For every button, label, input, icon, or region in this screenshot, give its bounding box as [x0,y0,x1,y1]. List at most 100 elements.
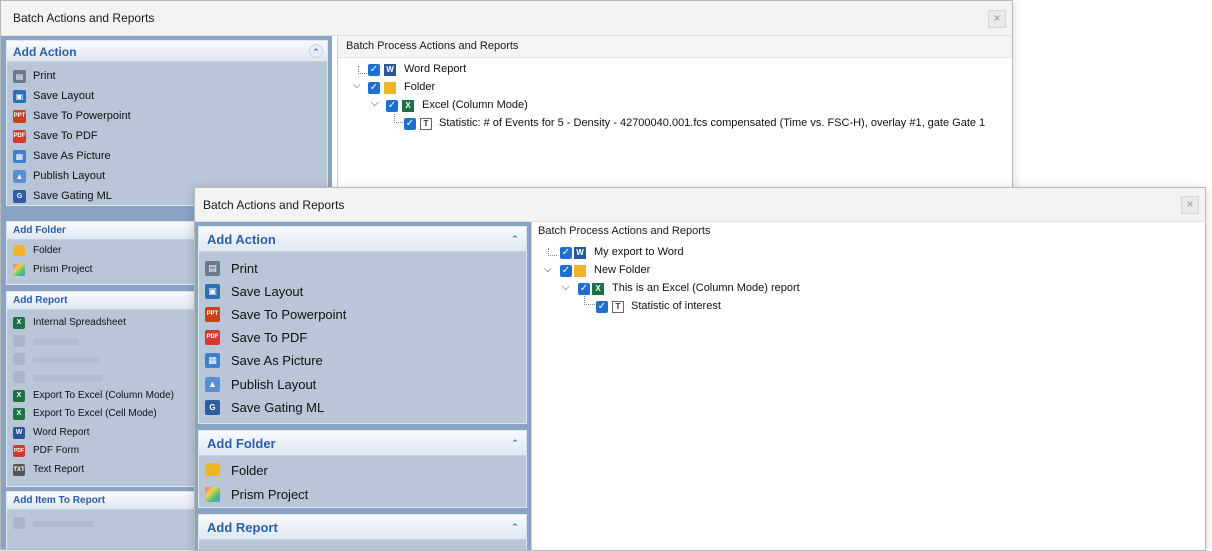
section-header-label: Add Action [13,45,77,59]
collapse-chevron-icon[interactable]: ⌃ [509,232,521,244]
folder-item[interactable]: Folder [205,461,520,481]
disabled-report-icon [13,353,25,365]
checkbox-checked-icon[interactable]: ✓ [404,118,416,130]
action-save-layout[interactable]: ▣ Save Layout [205,282,520,302]
back-close-button[interactable]: × [988,10,1006,28]
action-save-pdf[interactable]: PDF Save To PDF [205,328,520,348]
tree-node-label: My export to Word [594,246,684,258]
section-header-label: Add Folder [13,225,66,236]
back-window-title: Batch Actions and Reports [13,11,155,25]
text-item-icon: T [612,301,624,313]
text-item-icon: T [420,118,432,130]
front-right-pane: Batch Process Actions and Reports ✓ W My… [531,222,1205,550]
publish-icon: ▲ [13,170,26,183]
front-close-button[interactable]: × [1181,196,1199,214]
action-save-picture[interactable]: ▦ Save As Picture [13,148,321,166]
tree-node-label: Statistic: # of Events for 5 - Density -… [439,117,986,129]
back-add-action-header[interactable]: Add Action ⌃ [7,41,327,62]
section-header-label: Add Report [13,295,68,306]
front-add-report-section: Add Report ⌃ [198,514,527,550]
front-add-report-header[interactable]: Add Report ⌃ [199,515,526,540]
checkbox-checked-icon[interactable]: ✓ [596,301,608,313]
section-header-label: Add Report [207,520,278,535]
expand-chevron-icon[interactable]: ⌵ [544,264,552,275]
checkbox-checked-icon[interactable]: ✓ [578,283,590,295]
prism-icon [205,487,220,502]
disabled-report-icon [13,371,25,383]
folder-icon [13,245,25,256]
tree-node-label: New Folder [594,264,651,276]
action-save-gating-ml[interactable]: G Save Gating ML [205,398,520,418]
text-item-icon [13,517,25,529]
right-pane-title: Batch Process Actions and Reports [346,40,519,52]
save-icon: ▣ [13,90,26,103]
action-save-picture[interactable]: ▦ Save As Picture [205,351,520,371]
right-pane-title: Batch Process Actions and Reports [538,225,711,237]
checkbox-checked-icon[interactable]: ✓ [560,247,572,259]
expand-chevron-icon[interactable]: ⌵ [371,98,379,109]
front-add-folder-section: Add Folder ⌃ Folder Prism Project [198,430,527,508]
front-window: Batch Actions and Reports × Add Action ⌃… [194,187,1206,551]
tree-line [358,66,367,74]
save-icon: ▣ [205,284,220,299]
tree-node-label: Statistic of interest [631,300,721,312]
powerpoint-icon: PPT [205,307,220,322]
action-save-layout[interactable]: ▣ Save Layout [13,88,321,106]
powerpoint-icon: PPT [13,110,26,123]
front-add-action-header[interactable]: Add Action ⌃ [199,227,526,252]
action-save-powerpoint[interactable]: PPT Save To Powerpoint [205,305,520,325]
picture-icon: ▦ [205,353,220,368]
pdf-icon: PDF [205,330,220,345]
collapse-chevron-icon[interactable]: ⌃ [309,44,323,58]
front-right-pane-header: Batch Process Actions and Reports [532,222,1205,242]
text-report-icon: TXT [13,464,25,476]
tree-node-label: Folder [404,81,436,93]
word-icon: W [384,64,396,76]
checkbox-checked-icon[interactable]: ✓ [368,64,380,76]
back-title-bar: Batch Actions and Reports × [1,1,1012,36]
gating-ml-icon: G [13,190,26,203]
collapse-chevron-icon[interactable]: ⌃ [509,520,521,532]
print-icon: ▤ [13,70,26,83]
folder-icon [205,463,220,476]
publish-icon: ▲ [205,377,220,392]
section-header-label: Add Item To Report [13,495,106,506]
prism-project-item[interactable]: Prism Project [205,485,520,505]
action-print[interactable]: ▤ Print [205,259,520,279]
action-publish-layout[interactable]: ▲ Publish Layout [205,375,520,395]
print-icon: ▤ [205,261,220,276]
expand-chevron-icon[interactable]: ⌵ [353,80,361,91]
front-window-title: Batch Actions and Reports [203,198,345,212]
back-add-action-section: Add Action ⌃ ▤ Print ▣ Save Layout PPT S… [6,40,328,206]
excel-icon: X [402,100,414,112]
front-add-action-section: Add Action ⌃ ▤ Print ▣ Save Layout PPT S… [198,226,527,424]
expand-chevron-icon[interactable]: ⌵ [562,282,570,293]
action-save-pdf[interactable]: PDF Save To PDF [13,128,321,146]
checkbox-checked-icon[interactable]: ✓ [368,82,380,94]
front-add-folder-header[interactable]: Add Folder ⌃ [199,431,526,456]
folder-icon [574,265,586,277]
word-icon: W [13,427,25,439]
action-save-powerpoint[interactable]: PPT Save To Powerpoint [13,108,321,126]
excel-icon: X [13,390,25,402]
collapse-chevron-icon[interactable]: ⌃ [509,436,521,448]
checkbox-checked-icon[interactable]: ✓ [560,265,572,277]
front-title-bar: Batch Actions and Reports × [195,188,1205,222]
word-icon: W [574,247,586,259]
picture-icon: ▦ [13,150,26,163]
close-icon: × [993,11,1001,25]
excel-icon: X [13,408,25,420]
spreadsheet-icon: X [13,317,25,329]
section-header-label: Add Action [207,232,276,247]
action-publish-layout[interactable]: ▲ Publish Layout [13,168,321,186]
back-right-pane-header: Batch Process Actions and Reports [338,36,1012,58]
disabled-report-icon [13,335,25,347]
close-icon: × [1186,197,1194,211]
pdf-icon: PDF [13,130,26,143]
excel-icon: X [592,283,604,295]
prism-icon [13,264,25,276]
tree-node-label: Excel (Column Mode) [422,99,528,111]
action-print[interactable]: ▤ Print [13,68,321,86]
checkbox-checked-icon[interactable]: ✓ [386,100,398,112]
pdf-form-icon: PDF [13,445,25,457]
